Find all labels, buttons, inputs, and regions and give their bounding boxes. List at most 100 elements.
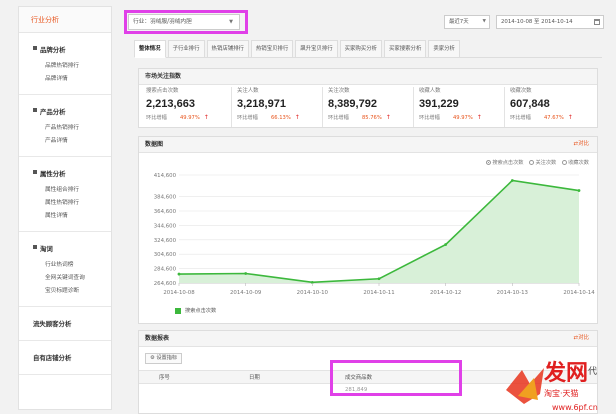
sidebar-item-attr-combo[interactable]: 属性组合排行 xyxy=(33,184,111,197)
card-title: 数据报表 ⇄对比 xyxy=(139,331,597,347)
sidebar-section-title[interactable]: 产品分析 xyxy=(33,107,111,116)
radio-follows[interactable]: 关注次数 xyxy=(529,159,556,166)
date-range-picker[interactable]: 2014-10-08 至 2014-10-14 xyxy=(496,15,604,29)
y-tick-label: 284,600 xyxy=(154,267,177,273)
arrow-up-icon: ↑ xyxy=(203,114,209,121)
sidebar-item-lost-customers[interactable]: 流失顾客分析 xyxy=(19,307,111,341)
sidebar-section-attribute: 属性分析 属性组合排行 属性热销排行 属性详情 xyxy=(19,157,111,232)
metric-favorites: 收藏次数 607,848 环比增幅 47.67% ↑ xyxy=(505,87,596,127)
caret-down-icon: ▼ xyxy=(482,19,486,24)
col-date[interactable]: 日期 xyxy=(229,371,325,383)
legend-swatch xyxy=(175,307,181,314)
tab-buyer-purchase[interactable]: 买家购买分析 xyxy=(339,40,382,58)
sidebar-section-brand: 品牌分析 品牌热销排行 品牌详情 xyxy=(19,33,111,95)
card-title: 数据图 ⇄对比 xyxy=(139,137,597,153)
col-index[interactable]: 序号 xyxy=(139,371,229,383)
sidebar-item-own-shop[interactable]: 自有店铺分析 xyxy=(19,341,111,375)
compare-label: 对比 xyxy=(578,141,589,147)
tab-hot-items[interactable]: 热销宝贝排行 xyxy=(250,40,294,58)
setting-label: 设置指标 xyxy=(156,355,178,361)
chart-card: 数据图 ⇄对比 搜索点击次数 关注次数 收藏次数 264,600 284,600 3… xyxy=(138,136,598,324)
sidebar-section-keywords: 淘词 行业热词榜 全网关键词查询 宝贝标题诊断 xyxy=(19,232,111,307)
radio-search-clicks[interactable]: 搜索点击次数 xyxy=(486,159,523,166)
sidebar-item-title-diagnosis[interactable]: 宝贝标题诊断 xyxy=(33,285,111,298)
metric-value: 3,218,971 xyxy=(237,98,286,110)
tab-sub-industry[interactable]: 子行业排行 xyxy=(167,40,205,58)
radio-icon xyxy=(562,160,568,165)
sidebar-item-hot-words[interactable]: 行业热词榜 xyxy=(33,259,111,272)
sidebar-item-keyword-query[interactable]: 全网关键词查询 xyxy=(33,272,111,285)
x-tick-label: 2014-10-13 xyxy=(497,290,528,296)
trend-label: 环比增幅 xyxy=(146,115,167,121)
y-tick-label: 364,600 xyxy=(154,209,177,215)
trend-percent: 66.13% xyxy=(271,114,291,121)
y-tick-label: 414,600 xyxy=(154,173,177,179)
compare-link[interactable]: ⇄对比 xyxy=(574,331,589,346)
sidebar-item-brand-detail[interactable]: 品牌详情 xyxy=(33,73,111,86)
chart-legend: 搜索点击次数 xyxy=(175,307,216,314)
arrow-up-icon: ↑ xyxy=(476,114,482,121)
sidebar-item-attr-detail[interactable]: 属性详情 xyxy=(33,210,111,223)
x-tick-label: 2014-10-10 xyxy=(297,290,329,296)
radio-favorites[interactable]: 收藏次数 xyxy=(562,159,589,166)
sidebar-item-industry-analysis[interactable]: 行业分析 xyxy=(19,7,111,33)
sidebar-item-attr-hot[interactable]: 属性热销排行 xyxy=(33,197,111,210)
tab-hot-shops[interactable]: 热销店铺排行 xyxy=(206,40,249,58)
metric-radio-group: 搜索点击次数 关注次数 收藏次数 xyxy=(486,159,589,166)
date-from: 2014-10-08 xyxy=(501,19,533,25)
compare-link[interactable]: ⇄对比 xyxy=(574,137,589,152)
tab-seller[interactable]: 卖家分析 xyxy=(428,40,460,58)
y-tick-label: 264,600 xyxy=(154,281,177,287)
sidebar-section-title[interactable]: 淘词 xyxy=(33,244,111,253)
trend-percent: 47.67% xyxy=(544,114,564,121)
metric-value: 391,229 xyxy=(419,98,459,110)
trend-percent: 85.76% xyxy=(362,114,382,121)
metric-value: 2,213,663 xyxy=(146,98,195,110)
metric-follows: 关注次数 8,389,792 环比增幅 85.76% ↑ xyxy=(323,87,414,127)
x-tick-label: 2014-10-14 xyxy=(563,290,595,296)
highlight-annotation xyxy=(330,360,462,396)
radio-icon xyxy=(529,160,535,165)
trend-label: 环比增幅 xyxy=(237,115,258,121)
tab-rising-items[interactable]: 飙升宝贝排行 xyxy=(295,40,338,58)
x-tick-label: 2014-10-08 xyxy=(163,290,195,296)
calendar-icon[interactable] xyxy=(594,19,600,25)
x-tick-label: 2014-10-12 xyxy=(430,290,461,296)
y-tick-label: 344,600 xyxy=(154,223,177,229)
chart-card-title: 数据图 xyxy=(145,141,164,148)
tab-overview[interactable]: 整体情况 xyxy=(134,40,166,58)
sidebar: 行业分析 品牌分析 品牌热销排行 品牌详情 产品分析 产品热销排行 产品详情 属… xyxy=(18,6,112,410)
caret-down-icon: ▼ xyxy=(229,19,233,25)
metric-label: 搜索点击次数 xyxy=(146,88,179,94)
y-tick-label: 384,600 xyxy=(154,195,177,201)
arrow-up-icon: ↑ xyxy=(567,114,573,121)
sidebar-item-product-detail[interactable]: 产品详情 xyxy=(33,135,111,148)
x-tick-label: 2014-10-11 xyxy=(363,290,394,296)
sidebar-section-title[interactable]: 属性分析 xyxy=(33,169,111,178)
data-point xyxy=(377,277,381,281)
metric-label: 关注次数 xyxy=(328,88,350,94)
sidebar-section-title[interactable]: 品牌分析 xyxy=(33,45,111,54)
sidebar-item-product-ranking[interactable]: 产品热销排行 xyxy=(33,122,111,135)
y-tick-label: 324,600 xyxy=(154,238,177,244)
data-point xyxy=(177,272,181,276)
metric-favoriters: 收藏人数 391,229 环比增幅 49.97% ↑ xyxy=(414,87,505,127)
trend-label: 环比增幅 xyxy=(328,115,349,121)
trend-label: 环比增幅 xyxy=(419,115,440,121)
data-point xyxy=(444,243,448,246)
industry-select[interactable]: 行业：羽绒服/羽绒内胆 ▼ xyxy=(128,14,240,30)
period-select[interactable]: 最近7天 ▼ xyxy=(444,15,490,29)
data-point xyxy=(244,272,248,275)
svg-text:代: 代 xyxy=(588,366,597,377)
radio-selected-icon xyxy=(486,160,492,165)
series-area xyxy=(179,180,579,283)
setting-button[interactable]: ⚙ 设置指标 xyxy=(145,353,183,364)
area-chart: 264,600 284,600 304,600 324,600 344,600 364,6… xyxy=(154,173,596,296)
trend-percent: 49.97% xyxy=(453,114,473,121)
metric-label: 收藏人数 xyxy=(419,88,441,94)
compare-label: 对比 xyxy=(578,335,589,341)
tab-buyer-search[interactable]: 买家搜索分析 xyxy=(383,40,427,58)
metric-label: 关注人数 xyxy=(237,88,259,94)
legend-label: 搜索点击次数 xyxy=(185,308,217,314)
sidebar-item-brand-ranking[interactable]: 品牌热销排行 xyxy=(33,60,111,73)
